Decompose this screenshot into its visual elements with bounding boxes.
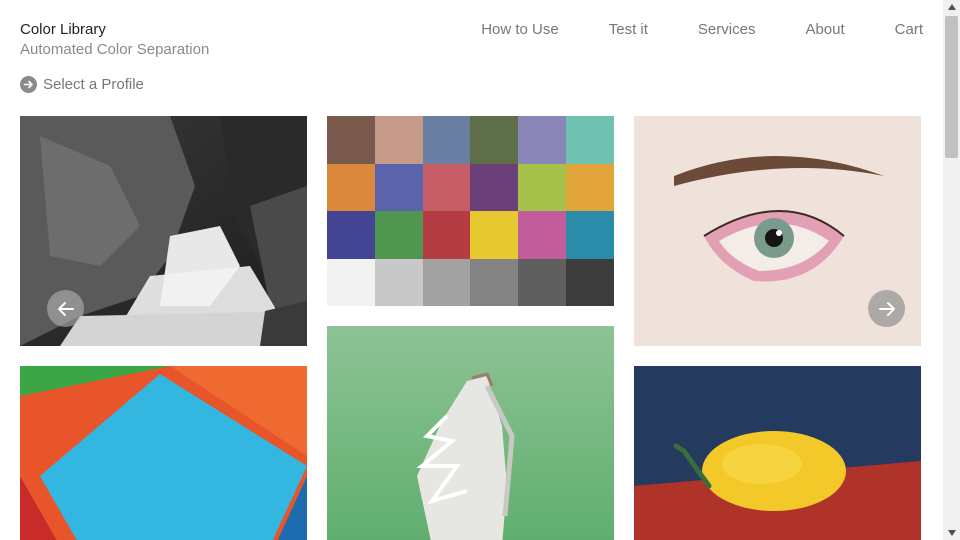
- triangle-up-icon: [947, 4, 956, 10]
- scroll-up-button[interactable]: [943, 0, 960, 14]
- gallery-image-color-checker[interactable]: [327, 116, 614, 306]
- nav-about[interactable]: About: [805, 21, 844, 38]
- arrow-left-icon: [57, 301, 74, 316]
- select-profile-link[interactable]: Select a Profile: [20, 76, 144, 93]
- color-swatch: [566, 258, 614, 306]
- scroll-down-button[interactable]: [943, 526, 960, 540]
- color-swatch: [518, 116, 567, 164]
- color-swatch: [327, 163, 375, 211]
- carousel-prev-button[interactable]: [47, 290, 84, 327]
- color-swatch: [518, 163, 567, 211]
- color-swatch: [422, 116, 471, 164]
- color-swatch: [327, 258, 375, 306]
- color-swatch: [566, 211, 614, 259]
- scroll-thumb[interactable]: [945, 16, 958, 158]
- color-swatch: [374, 163, 423, 211]
- arrow-right-circle-icon: [20, 76, 37, 93]
- arrow-right-icon: [878, 301, 895, 316]
- color-swatch: [470, 211, 519, 259]
- gallery-image-lemon[interactable]: [634, 366, 921, 540]
- carousel-next-button[interactable]: [868, 290, 905, 327]
- color-swatch: [422, 211, 471, 259]
- color-swatch: [327, 211, 375, 259]
- gallery-image-coral[interactable]: [327, 326, 614, 540]
- color-swatch: [470, 258, 519, 306]
- color-swatch: [566, 163, 614, 211]
- color-checker-grid: [327, 116, 614, 306]
- color-swatch: [422, 258, 471, 306]
- nav-how-to-use[interactable]: How to Use: [481, 21, 559, 38]
- color-swatch: [422, 163, 471, 211]
- nav-services[interactable]: Services: [698, 21, 756, 38]
- color-swatch: [374, 211, 423, 259]
- color-swatch: [518, 258, 567, 306]
- brand-title[interactable]: Color Library: [20, 21, 106, 38]
- color-swatch: [566, 116, 614, 164]
- nav-test-it[interactable]: Test it: [609, 21, 648, 38]
- brand-subtitle: Automated Color Separation: [20, 41, 210, 58]
- main-nav: How to Use Test it Services About Cart: [481, 21, 923, 38]
- vertical-scrollbar[interactable]: [943, 0, 960, 540]
- color-swatch: [374, 258, 423, 306]
- color-swatch: [470, 163, 519, 211]
- color-swatch: [518, 211, 567, 259]
- color-swatch: [470, 116, 519, 164]
- gallery-image-paper-shapes[interactable]: [20, 366, 307, 540]
- nav-cart[interactable]: Cart: [895, 21, 923, 38]
- color-swatch: [374, 116, 423, 164]
- color-swatch: [327, 116, 375, 164]
- select-profile-label: Select a Profile: [43, 76, 144, 93]
- triangle-down-icon: [947, 530, 956, 536]
